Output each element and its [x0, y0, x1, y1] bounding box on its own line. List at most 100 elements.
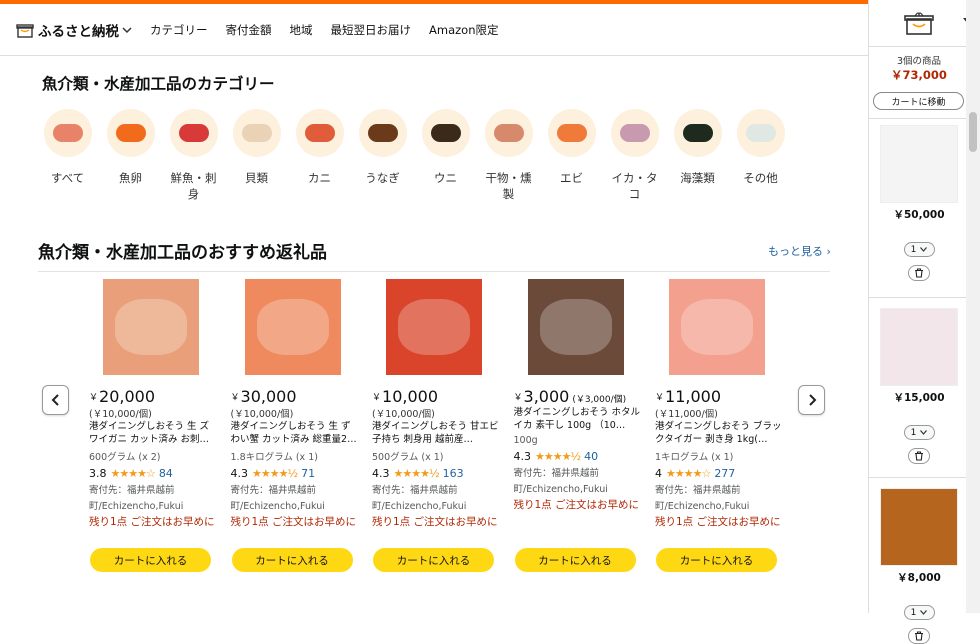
delete-item-button[interactable]: [908, 448, 930, 464]
product-rating[interactable]: 3.8 ★★★★☆ 84: [89, 467, 219, 480]
product-title-link[interactable]: 港ダイニングしおそう 生 ズワイガニ カット済み お刺…: [89, 420, 219, 446]
category-row: すべて 魚卵 鮮魚・刺身 貝類 カニ うなぎ ウニ 干物・燻製 エビ イカ・タコ 海藻類 その他: [36, 109, 792, 202]
scrollbar-thumb[interactable]: [969, 112, 977, 152]
product-quantity: 100g: [513, 435, 538, 446]
cart-divider: [869, 477, 969, 478]
nav-item-amazon-exclusive[interactable]: Amazon限定: [429, 22, 498, 38]
carousel-next-button[interactable]: [798, 385, 825, 415]
category-item[interactable]: イカ・タコ: [603, 109, 666, 202]
gift-box-icon: [16, 23, 34, 38]
chevron-right-icon: [808, 394, 816, 406]
chevron-down-icon: [920, 247, 928, 252]
sidebar-scrollbar[interactable]: [966, 0, 980, 613]
price-value: 11,000: [665, 387, 721, 406]
add-to-cart-button[interactable]: カートに入れる: [656, 548, 777, 572]
trash-icon: [915, 268, 923, 278]
category-item[interactable]: 貝類: [225, 109, 288, 202]
main-content: 魚介類・水産加工品のカテゴリー すべて 魚卵 鮮魚・刺身 貝類 カニ うなぎ ウニ 干物・燻製…: [0, 57, 868, 613]
category-label: うなぎ: [365, 171, 400, 185]
review-count-link[interactable]: 40: [584, 450, 598, 463]
product-title-link[interactable]: 港ダイニングしおそう ホタルイカ 素干し 100g （10…: [514, 406, 644, 432]
product-image[interactable]: [527, 279, 624, 375]
add-to-cart-button[interactable]: カートに入れる: [373, 548, 494, 572]
product-quantity: 500グラム (x 1): [372, 452, 444, 463]
product-title-link[interactable]: 港ダイニングしおそう 生 ずわい蟹 カット済み 総重量2…: [231, 420, 361, 446]
quantity-select[interactable]: 1: [903, 425, 935, 440]
carousel-prev-button[interactable]: [42, 385, 69, 415]
product-rating[interactable]: 4.3 ★★★★½ 71: [231, 467, 361, 480]
cart-item-image[interactable]: [880, 308, 958, 386]
add-to-cart-button[interactable]: カートに入れる: [90, 548, 211, 572]
cart-item-price: ￥15,000: [893, 392, 945, 404]
product-title-link[interactable]: 港ダイニングしおそう ブラックタイガー 剥き身 1kg(…: [655, 420, 785, 446]
price-value: 30,000: [240, 387, 297, 406]
cart-item-image[interactable]: [880, 125, 958, 203]
see-more-link[interactable]: もっと見る ›: [768, 243, 831, 259]
nav-item-fast-delivery[interactable]: 最短翌日お届け: [331, 22, 412, 38]
cart-total: ￥73,000: [891, 68, 947, 82]
product-price: ￥ 30,000: [230, 387, 297, 406]
product-title-link[interactable]: 港ダイニングしおそう 甘エビ 子持ち 刺身用 越前産…: [372, 420, 502, 446]
product-card: ￥ 10,000 (￥10,000/個) 港ダイニングしおそう 甘エビ 子持ち 刺身用…: [372, 279, 514, 530]
category-food-image: [367, 124, 398, 142]
star-rating-icon: ★★★★½: [252, 467, 298, 480]
quantity-value: 1: [910, 427, 917, 438]
cart-item-image[interactable]: [880, 488, 958, 566]
nav-item-region[interactable]: 地域: [290, 22, 313, 38]
category-item[interactable]: 海藻類: [666, 109, 729, 202]
review-count-link[interactable]: 84: [159, 467, 173, 480]
donation-destination: 寄付先：福井県越前町/Echizencho,Fukui: [655, 485, 750, 512]
category-item[interactable]: うなぎ: [351, 109, 414, 202]
furusato-brand-menu[interactable]: ふるさと納税: [16, 20, 136, 40]
per-unit-price: (￥11,000/個): [655, 409, 718, 420]
category-item[interactable]: 干物・燻製: [477, 109, 540, 202]
star-rating-icon: ★★★★½: [393, 467, 440, 480]
category-item[interactable]: カニ: [288, 109, 351, 202]
delete-item-button[interactable]: [908, 265, 930, 281]
price-value: 20,000: [99, 387, 155, 406]
category-label: ウニ: [434, 171, 457, 185]
cart-sidebar: 3個の商品 ￥73,000 カートに移動 ￥50,000 1 ￥15,000 1 ￥8,…: [868, 0, 980, 644]
category-item[interactable]: 魚卵: [99, 109, 162, 202]
category-section-title: 魚介類・水産加工品のカテゴリー: [42, 75, 275, 93]
review-count-link[interactable]: 71: [301, 467, 315, 480]
chevron-left-icon: [51, 394, 59, 406]
review-count-link[interactable]: 277: [714, 467, 735, 480]
category-item[interactable]: すべて: [36, 109, 99, 202]
recommend-section-title: 魚介類・水産加工品のおすすめ返礼品: [38, 243, 327, 263]
product-image[interactable]: [244, 279, 341, 375]
product-rating[interactable]: 4.3 ★★★★½ 40: [514, 450, 644, 463]
category-item[interactable]: ウニ: [414, 109, 477, 202]
nav-item-category[interactable]: カテゴリー: [150, 22, 208, 38]
category-food-image: [556, 124, 587, 142]
go-to-cart-button[interactable]: カートに移動: [873, 92, 964, 110]
category-item[interactable]: エビ: [540, 109, 603, 202]
product-rating[interactable]: 4.3 ★★★★½ 163: [372, 467, 502, 480]
product-image[interactable]: [386, 279, 482, 375]
add-to-cart-button[interactable]: カートに入れる: [231, 548, 353, 572]
product-quantity: 1キログラム (x 1): [655, 452, 734, 463]
per-unit-price: (￥10,000/個): [89, 409, 152, 420]
quantity-value: 1: [910, 244, 917, 255]
category-image: [232, 109, 281, 157]
product-image[interactable]: [669, 279, 765, 375]
quantity-select[interactable]: 1: [903, 242, 935, 257]
per-unit-price: (￥10,000/個): [230, 409, 294, 420]
category-image: [736, 109, 785, 157]
category-food-image: [178, 124, 209, 142]
category-food-image: [493, 124, 524, 142]
product-price: ￥ 10,000: [372, 387, 438, 406]
category-item[interactable]: 鮮魚・刺身: [162, 109, 225, 202]
star-rating-icon: ★★★★½: [535, 450, 581, 463]
product-image[interactable]: [103, 279, 199, 375]
product-rating[interactable]: 4 ★★★★☆ 277: [655, 467, 785, 480]
category-label: 干物・燻製: [485, 171, 532, 201]
delete-item-button[interactable]: [908, 628, 930, 644]
nav-item-donation-amount[interactable]: 寄付金額: [226, 22, 272, 38]
add-to-cart-button[interactable]: カートに入れる: [514, 548, 636, 572]
chevron-down-icon: [122, 26, 132, 33]
rating-value: 3.8: [89, 467, 107, 480]
category-food-image: [52, 124, 83, 142]
category-item[interactable]: その他: [729, 109, 792, 202]
review-count-link[interactable]: 163: [443, 467, 464, 480]
